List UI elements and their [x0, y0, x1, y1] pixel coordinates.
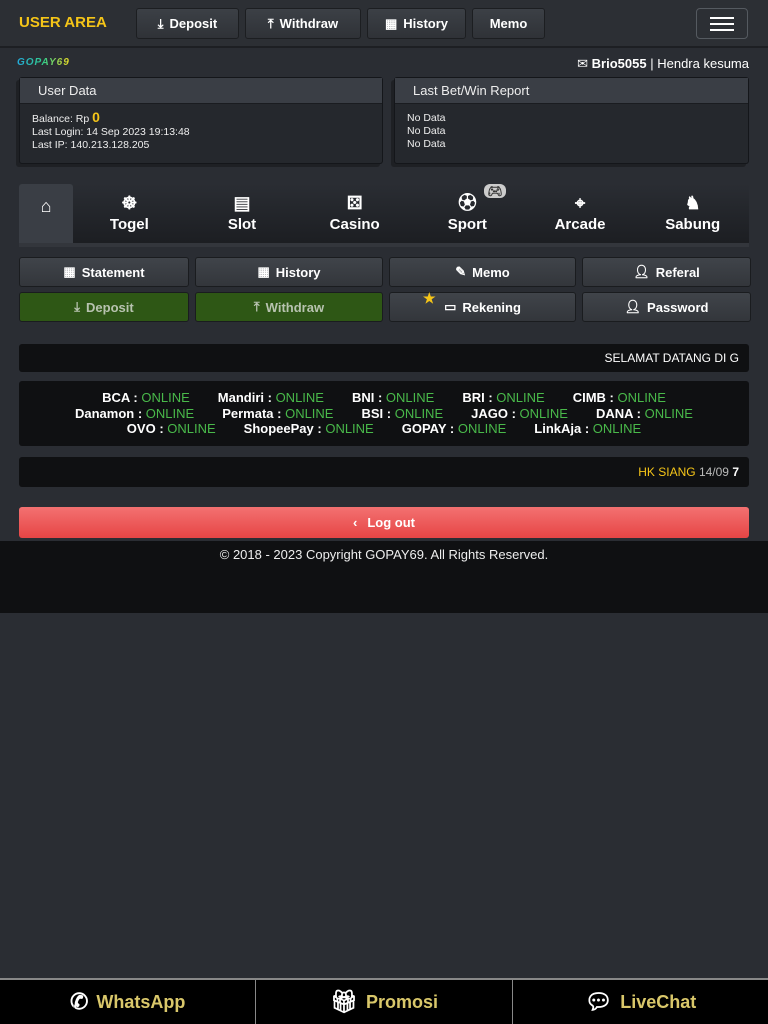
user-icon: 👤︎ [624, 299, 642, 314]
result-ticker: HK SIANG 14/09 7 [19, 457, 749, 487]
bank-status-item: DANA : ONLINE [595, 405, 693, 421]
bottom-bar: ✆ WhatsApp 🎁︎ Promosi 💬︎ LiveChat [0, 978, 768, 1024]
logo[interactable]: GOPAY69 [17, 57, 70, 68]
game-tabs: ⌂ ☸ Togel ▤ Slot ⚄ Casino 🎮︎ ⚽︎ Sport ⌖ Arcade… [19, 184, 749, 247]
chat-icon: 💬︎ [584, 989, 613, 1014]
deposit-icon: ⤓ [157, 15, 164, 31]
withdraw-icon: ⤒ [267, 15, 274, 31]
tab-arcade[interactable]: ⌖ Arcade [524, 184, 637, 243]
calendar-icon: ▦ [257, 264, 270, 279]
bank-row: BCA : ONLINE Mandiri : ONLINE BNI : ONLINE… [19, 390, 749, 406]
edit-icon: ✎ [455, 264, 467, 279]
user-info: ✉ Brio5055 | Hendra kesuma [577, 56, 749, 71]
tab-home[interactable]: ⌂ [19, 184, 73, 243]
deposit-button[interactable]: ⤓ Deposit [19, 292, 189, 322]
bank-status-item: Danamon : ONLINE [75, 405, 195, 421]
bank-status-item: Permata : ONLINE [222, 405, 334, 421]
bank-status-item: CIMB : ONLINE [572, 390, 666, 405]
bank-status-item: LinkAja : ONLINE [534, 421, 642, 436]
home-icon: ⌂ [40, 196, 52, 216]
dice-icon: ⚄ [346, 193, 363, 213]
last-login: Last Login: 14 Sep 2023 19:13:48 [32, 126, 190, 138]
panel-title: User Data [20, 78, 382, 104]
tab-togel[interactable]: ☸ Togel [73, 184, 186, 243]
bank-row: OVO : ONLINE ShopeePay : ONLINE GOPAY : ON… [19, 421, 749, 437]
tab-casino[interactable]: ⚄ Casino [298, 184, 411, 243]
bank-status-item: Mandiri : ONLINE [217, 390, 324, 405]
tab-sport[interactable]: 🎮︎ ⚽︎ Sport [411, 184, 524, 243]
memo-button[interactable]: ✎ Memo [389, 257, 576, 287]
statement-button[interactable]: ▦ Statement [19, 257, 189, 287]
report-panel: Last Bet/Win Report No Data No Data No D… [394, 77, 749, 164]
menu-toggle-button[interactable] [696, 8, 748, 39]
last-ip: Last IP: 140.213.128.205 [32, 139, 150, 151]
balance-value: 0 [92, 109, 100, 125]
top-header: USER AREA ⤓ Deposit ⤒ Withdraw ▦ History Me… [0, 0, 768, 48]
user-data-panel: User Data Balance: Rp 0 Last Login: 14 S… [19, 77, 383, 164]
brand-title: USER AREA [19, 14, 107, 31]
rooster-icon: ♞ [684, 193, 701, 213]
mail-icon[interactable]: ✉ [577, 56, 588, 71]
gift-icon: 🎁︎ [330, 989, 358, 1014]
crosshair-icon: ⌖ [574, 193, 586, 213]
star-icon: ★ [423, 290, 436, 306]
user-icon: 👤︎ [633, 264, 650, 279]
welcome-ticker: SELAMAT DATANG DI G [19, 344, 749, 372]
soccer-ball-icon: ⚽︎ [458, 193, 477, 213]
withdraw-icon: ⤒ [253, 299, 260, 314]
header-deposit-button[interactable]: ⤓ Deposit [136, 8, 239, 39]
panel-title: Last Bet/Win Report [395, 78, 748, 104]
whatsapp-icon: ✆ [69, 989, 89, 1014]
livechat-button[interactable]: 💬︎ LiveChat [513, 980, 768, 1024]
calendar-icon: ▦ [63, 264, 76, 279]
bank-status-item: GOPAY : ONLINE [401, 421, 507, 436]
bank-status-item: JAGO : ONLINE [471, 405, 568, 421]
slot-machine-icon: ▤ [233, 193, 251, 213]
logout-button[interactable]: ‹ Log out [19, 507, 749, 538]
history-button[interactable]: ▦ History [195, 257, 383, 287]
whatsapp-button[interactable]: ✆ WhatsApp [0, 980, 257, 1024]
bank-status-item: OVO : ONLINE [126, 421, 216, 436]
password-button[interactable]: 👤︎ Password [582, 292, 751, 322]
tab-sabung[interactable]: ♞ Sabung [636, 184, 749, 243]
rekening-button[interactable]: ★ ▭ Rekening [389, 290, 576, 322]
referal-button[interactable]: 👤︎ Referal [582, 257, 751, 287]
deposit-icon: ⤓ [74, 299, 81, 314]
bank-status-item: ShopeePay : ONLINE [243, 421, 374, 436]
promosi-button[interactable]: 🎁︎ Promosi [256, 980, 513, 1024]
bank-status-item: BRI : ONLINE [462, 390, 545, 405]
footer: © 2018 - 2023 Copyright GOPAY69. All Rig… [0, 541, 768, 613]
briefcase-icon: ▭ [444, 299, 457, 314]
calendar-icon: ▦ [384, 15, 398, 31]
header-history-button[interactable]: ▦ History [367, 8, 466, 39]
tab-slot[interactable]: ▤ Slot [186, 184, 299, 243]
bank-row: Danamon : ONLINE Permata : ONLINE BSI : ON… [19, 406, 749, 422]
bank-status-item: BSI : ONLINE [361, 405, 444, 421]
header-withdraw-button[interactable]: ⤒ Withdraw [245, 8, 361, 39]
chevron-left-icon: ‹ [353, 515, 358, 530]
bank-status-item: BCA : ONLINE [102, 390, 190, 405]
bank-status-item: BNI : ONLINE [351, 390, 435, 405]
withdraw-button[interactable]: ⤒ Withdraw [195, 292, 383, 322]
ferris-wheel-icon: ☸ [121, 193, 138, 213]
bank-status: BCA : ONLINE Mandiri : ONLINE BNI : ONLINE… [19, 381, 749, 446]
header-memo-button[interactable]: Memo [472, 8, 545, 39]
account-menu: ▦ Statement ▦ History ✎ Memo 👤︎ Referal ⤓ Dep… [19, 257, 751, 322]
gamepad-icon: 🎮︎ [484, 184, 506, 198]
